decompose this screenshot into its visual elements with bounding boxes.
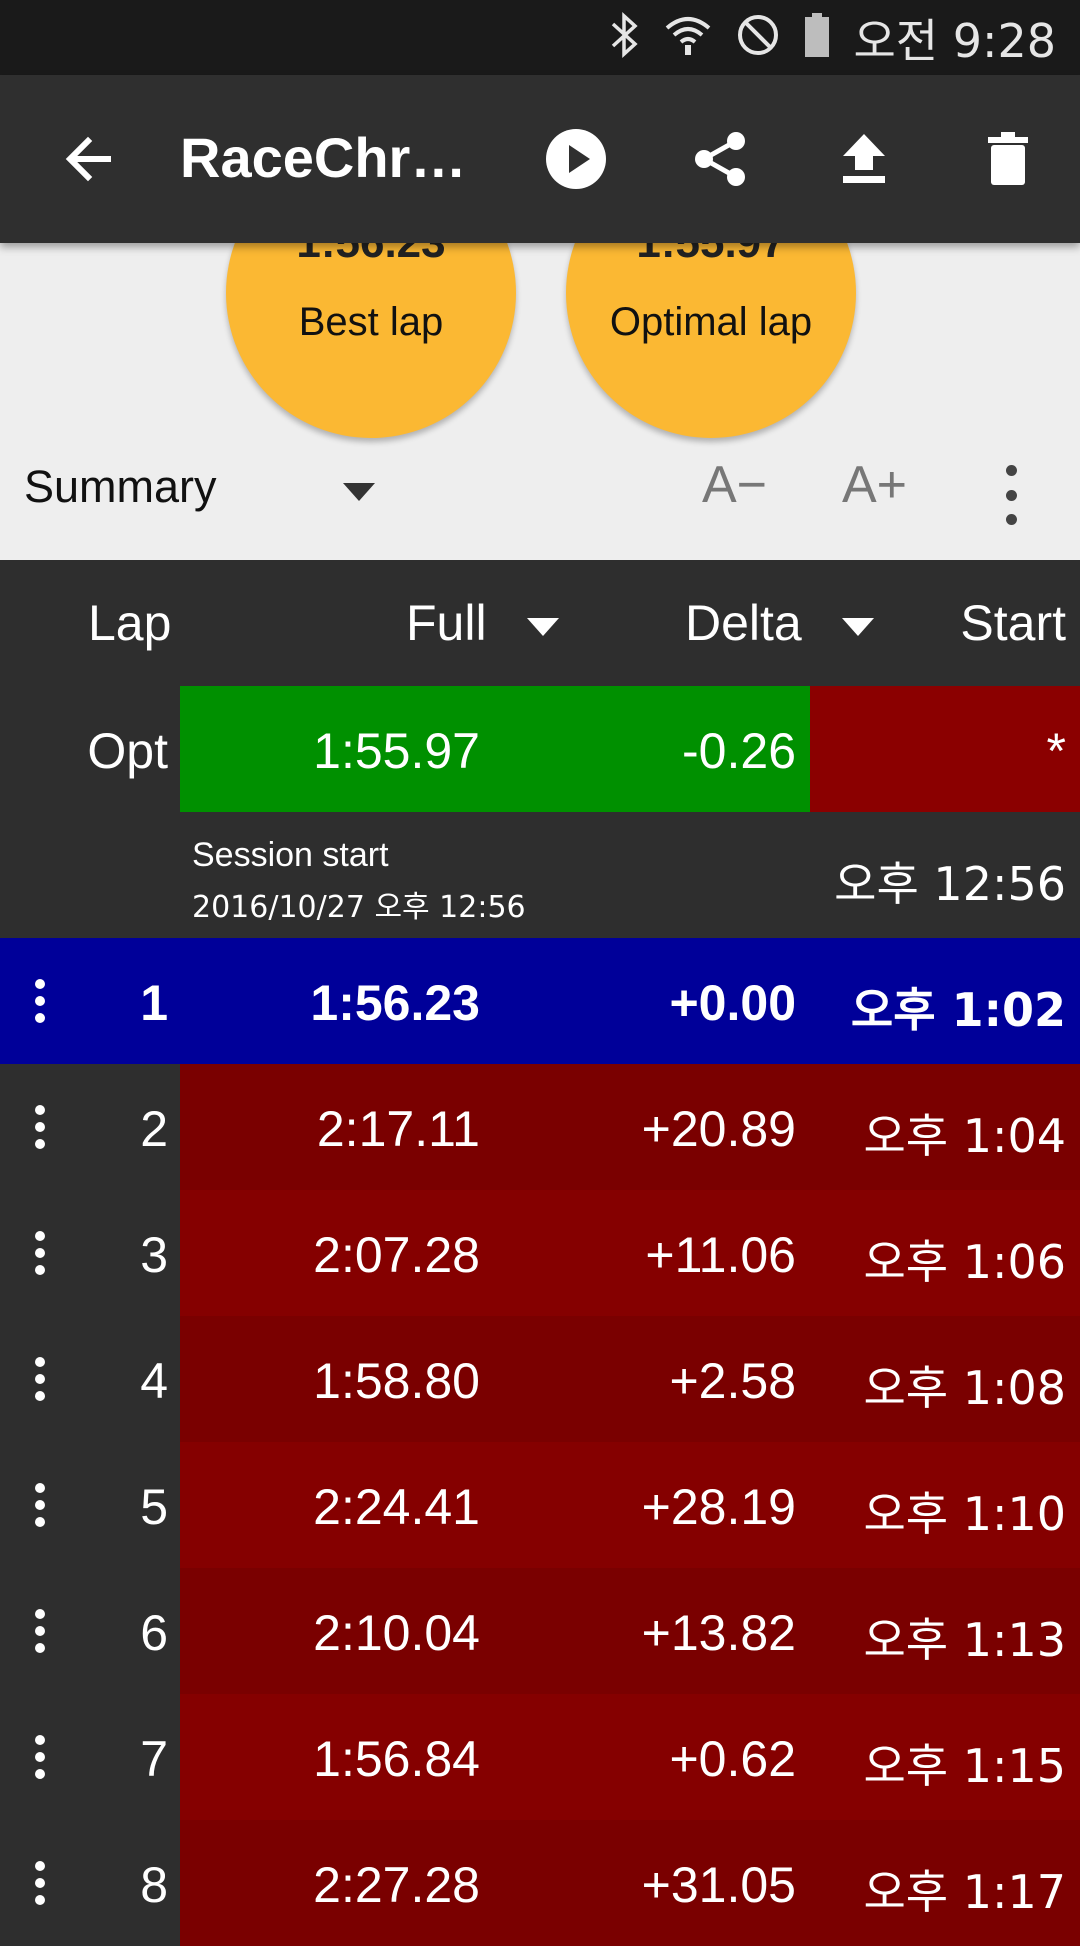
lap-start-time: 오후 1:10 [863, 1487, 1066, 1541]
col-lap-header: Lap [88, 595, 172, 651]
table-header: Lap Full Delta Start [0, 560, 1080, 686]
upload-button[interactable] [824, 119, 904, 199]
back-button[interactable] [48, 119, 128, 199]
col-full-header[interactable]: Full [406, 594, 487, 652]
lap-full-time: 1:58.80 [313, 1353, 480, 1409]
lap-delta: +20.89 [641, 1101, 796, 1157]
share-button[interactable] [680, 119, 760, 199]
lap-start-time: 오후 1:04 [863, 1109, 1066, 1163]
optimal-start: * [1046, 723, 1066, 779]
lap-full-time: 1:56.84 [313, 1731, 480, 1787]
arrow-back-icon [65, 136, 111, 182]
optimal-row[interactable]: Opt 1:55.97 -0.26 * [0, 686, 1080, 812]
lap-number: 4 [140, 1353, 168, 1409]
clock: 오전 9:28 [853, 13, 1056, 68]
table-row[interactable]: 4 1:58.80 +2.58 오후 1:08 [0, 1316, 1080, 1442]
bluetooth-icon [607, 12, 641, 63]
row-menu-icon[interactable] [0, 1694, 80, 1820]
session-datetime: 2016/10/27 오후 12:56 [192, 890, 526, 925]
lap-delta: +31.05 [641, 1857, 796, 1913]
lap-start-time: 오후 1:15 [863, 1739, 1066, 1793]
table-row[interactable]: 2 2:17.11 +20.89 오후 1:04 [0, 1064, 1080, 1190]
upload-icon [843, 134, 885, 183]
lap-delta: +2.58 [669, 1353, 796, 1409]
lap-delta: +0.62 [669, 1731, 796, 1787]
stats-panel: 1:56.23 Best lap 1:55.97 Optimal lap Sum… [0, 148, 1080, 560]
lap-number: 1 [140, 975, 168, 1031]
optimal-label: Opt [87, 723, 168, 779]
delta-sort-icon[interactable] [842, 618, 874, 636]
play-button[interactable] [536, 119, 616, 199]
optimal-delta: -0.26 [682, 723, 796, 779]
battery-icon [803, 11, 831, 64]
row-menu-icon[interactable] [0, 938, 80, 1064]
lap-full-time: 2:27.28 [313, 1857, 480, 1913]
laps-table: Lap Full Delta Start Opt 1:55.97 -0.26 *… [0, 560, 1080, 1946]
app-title: RaceChro… [180, 126, 490, 189]
app-bar: RaceChro… [0, 75, 1080, 243]
lap-full-time: 2:24.41 [313, 1479, 480, 1535]
session-start-row: Session start 2016/10/27 오후 12:56 오후 12:… [0, 812, 1080, 938]
optimal-lap-label: Optimal lap [609, 300, 813, 344]
delete-button[interactable] [968, 119, 1048, 199]
col-delta-header[interactable]: Delta [685, 594, 802, 652]
lap-full-time: 2:17.11 [316, 1101, 480, 1157]
row-menu-icon[interactable] [0, 1316, 80, 1442]
lap-delta: +28.19 [641, 1479, 796, 1535]
share-icon [695, 132, 745, 186]
lap-start-time: 오후 1:06 [863, 1235, 1066, 1289]
table-row[interactable]: 6 2:10.04 +13.82 오후 1:13 [0, 1568, 1080, 1694]
lap-start-time: 오후 1:13 [863, 1613, 1066, 1667]
table-row[interactable]: 3 2:07.28 +11.06 오후 1:06 [0, 1190, 1080, 1316]
row-menu-icon[interactable] [0, 1064, 80, 1190]
overflow-menu-icon[interactable] [996, 465, 1026, 525]
lap-number: 2 [140, 1101, 168, 1157]
lap-full-time: 2:10.04 [313, 1605, 480, 1661]
lap-number: 7 [140, 1731, 168, 1787]
optimal-full: 1:55.97 [313, 723, 480, 779]
session-title: Session start [192, 836, 389, 874]
lap-delta: +11.06 [645, 1227, 796, 1283]
lap-number: 6 [140, 1605, 168, 1661]
lap-start-time: 오후 1:02 [850, 983, 1066, 1037]
col-start-header: Start [960, 595, 1066, 651]
table-row[interactable]: 5 2:24.41 +28.19 오후 1:10 [0, 1442, 1080, 1568]
row-menu-icon[interactable] [0, 1820, 80, 1946]
best-lap-label: Best lap [298, 300, 444, 344]
do-not-disturb-icon [735, 12, 781, 63]
lap-delta: +13.82 [641, 1605, 796, 1661]
lap-number: 8 [140, 1857, 168, 1913]
table-row[interactable]: 1 1:56.23 +0.00 오후 1:02 [0, 938, 1080, 1064]
lap-number: 3 [140, 1227, 168, 1283]
full-sort-icon[interactable] [527, 618, 559, 636]
lap-start-time: 오후 1:17 [863, 1865, 1066, 1919]
chevron-down-icon[interactable] [343, 483, 375, 501]
play-icon [546, 129, 606, 189]
lap-delta: +0.00 [669, 975, 796, 1031]
wifi-icon [663, 12, 713, 63]
status-bar: 오전 9:28 [0, 0, 1080, 75]
session-time: 오후 12:56 [834, 857, 1066, 911]
row-menu-icon[interactable] [0, 1442, 80, 1568]
view-selector[interactable]: Summary [24, 461, 217, 513]
trash-icon [988, 132, 1028, 185]
table-row[interactable]: 8 2:27.28 +31.05 오후 1:17 [0, 1820, 1080, 1946]
row-menu-icon[interactable] [0, 1568, 80, 1694]
row-menu-icon[interactable] [0, 1190, 80, 1316]
font-increase-button[interactable]: A+ [842, 455, 907, 515]
lap-start-time: 오후 1:08 [863, 1361, 1066, 1415]
lap-full-time: 1:56.23 [310, 975, 480, 1031]
font-decrease-button[interactable]: A− [702, 455, 767, 515]
optimal-red-cell [810, 686, 1080, 812]
lap-full-time: 2:07.28 [313, 1227, 480, 1283]
table-row[interactable]: 7 1:56.84 +0.62 오후 1:15 [0, 1694, 1080, 1820]
lap-number: 5 [140, 1479, 168, 1535]
